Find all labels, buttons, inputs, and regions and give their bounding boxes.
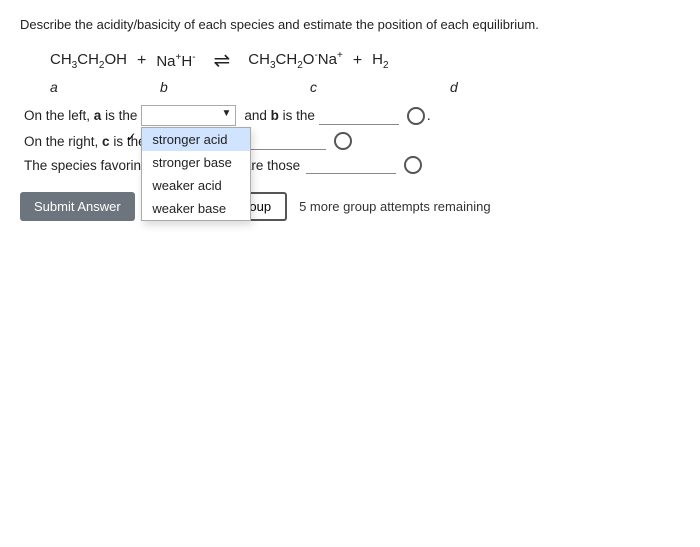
plus-2: +: [353, 52, 362, 70]
favoring-input[interactable]: [306, 156, 396, 174]
label-c: c: [310, 79, 450, 95]
product-2: H2: [372, 51, 388, 71]
plus-1: +: [137, 52, 146, 70]
button-row: Submit Answer Retry Entire Group 5 more …: [20, 192, 680, 221]
favoring-circle-button[interactable]: [404, 156, 422, 174]
attempts-remaining: 5 more group attempts remaining: [299, 199, 490, 214]
reactant-1: CH3CH2OH: [50, 51, 127, 71]
equilibrium-arrow: ⇌: [214, 48, 231, 73]
dropdown-chevron: ▼: [221, 108, 231, 119]
option-weaker-acid[interactable]: weaker acid: [142, 174, 250, 197]
dropdown-a-menu[interactable]: ✓ stronger acid stronger base weaker aci…: [141, 127, 251, 221]
b-circle-button[interactable]: [407, 107, 425, 125]
sentence-1-row: On the left, a is the the ▼ ✓ stronger a…: [20, 105, 680, 126]
option-weaker-base[interactable]: weaker base: [142, 197, 250, 220]
sentence-3-row: The species favoring the equilibrium are…: [20, 156, 680, 174]
s1-prefix: On the left, a is the: [24, 108, 137, 123]
submit-button[interactable]: Submit Answer: [20, 192, 135, 221]
reactant-2: Na+H-: [156, 52, 195, 70]
instruction-text: Describe the acidity/basicity of each sp…: [20, 16, 680, 34]
period-1: .: [427, 108, 431, 123]
dropdown-a-display[interactable]: the ▼: [141, 105, 236, 126]
b-input[interactable]: [319, 107, 399, 125]
s1-mid: and b is the: [244, 108, 315, 123]
label-b: b: [160, 79, 310, 95]
equation-row: CH3CH2OH + Na+H- ⇌ CH3CH2O-Na+ + H2: [20, 48, 680, 73]
option-stronger-acid[interactable]: ✓ stronger acid: [142, 128, 250, 151]
d-input[interactable]: [246, 132, 326, 150]
dropdown-a[interactable]: the ▼ ✓ stronger acid stronger base weak…: [141, 105, 236, 126]
option-stronger-base[interactable]: stronger base: [142, 151, 250, 174]
label-d: d: [450, 79, 510, 95]
product-1: CH3CH2O-Na+: [248, 50, 343, 71]
sentence-2-row: On the right, c is the and d is the: [20, 132, 680, 150]
labels-row: a b c d: [20, 79, 680, 95]
checkmark-icon: ✓: [126, 130, 136, 144]
label-a: a: [50, 79, 160, 95]
d-circle-button[interactable]: [334, 132, 352, 150]
